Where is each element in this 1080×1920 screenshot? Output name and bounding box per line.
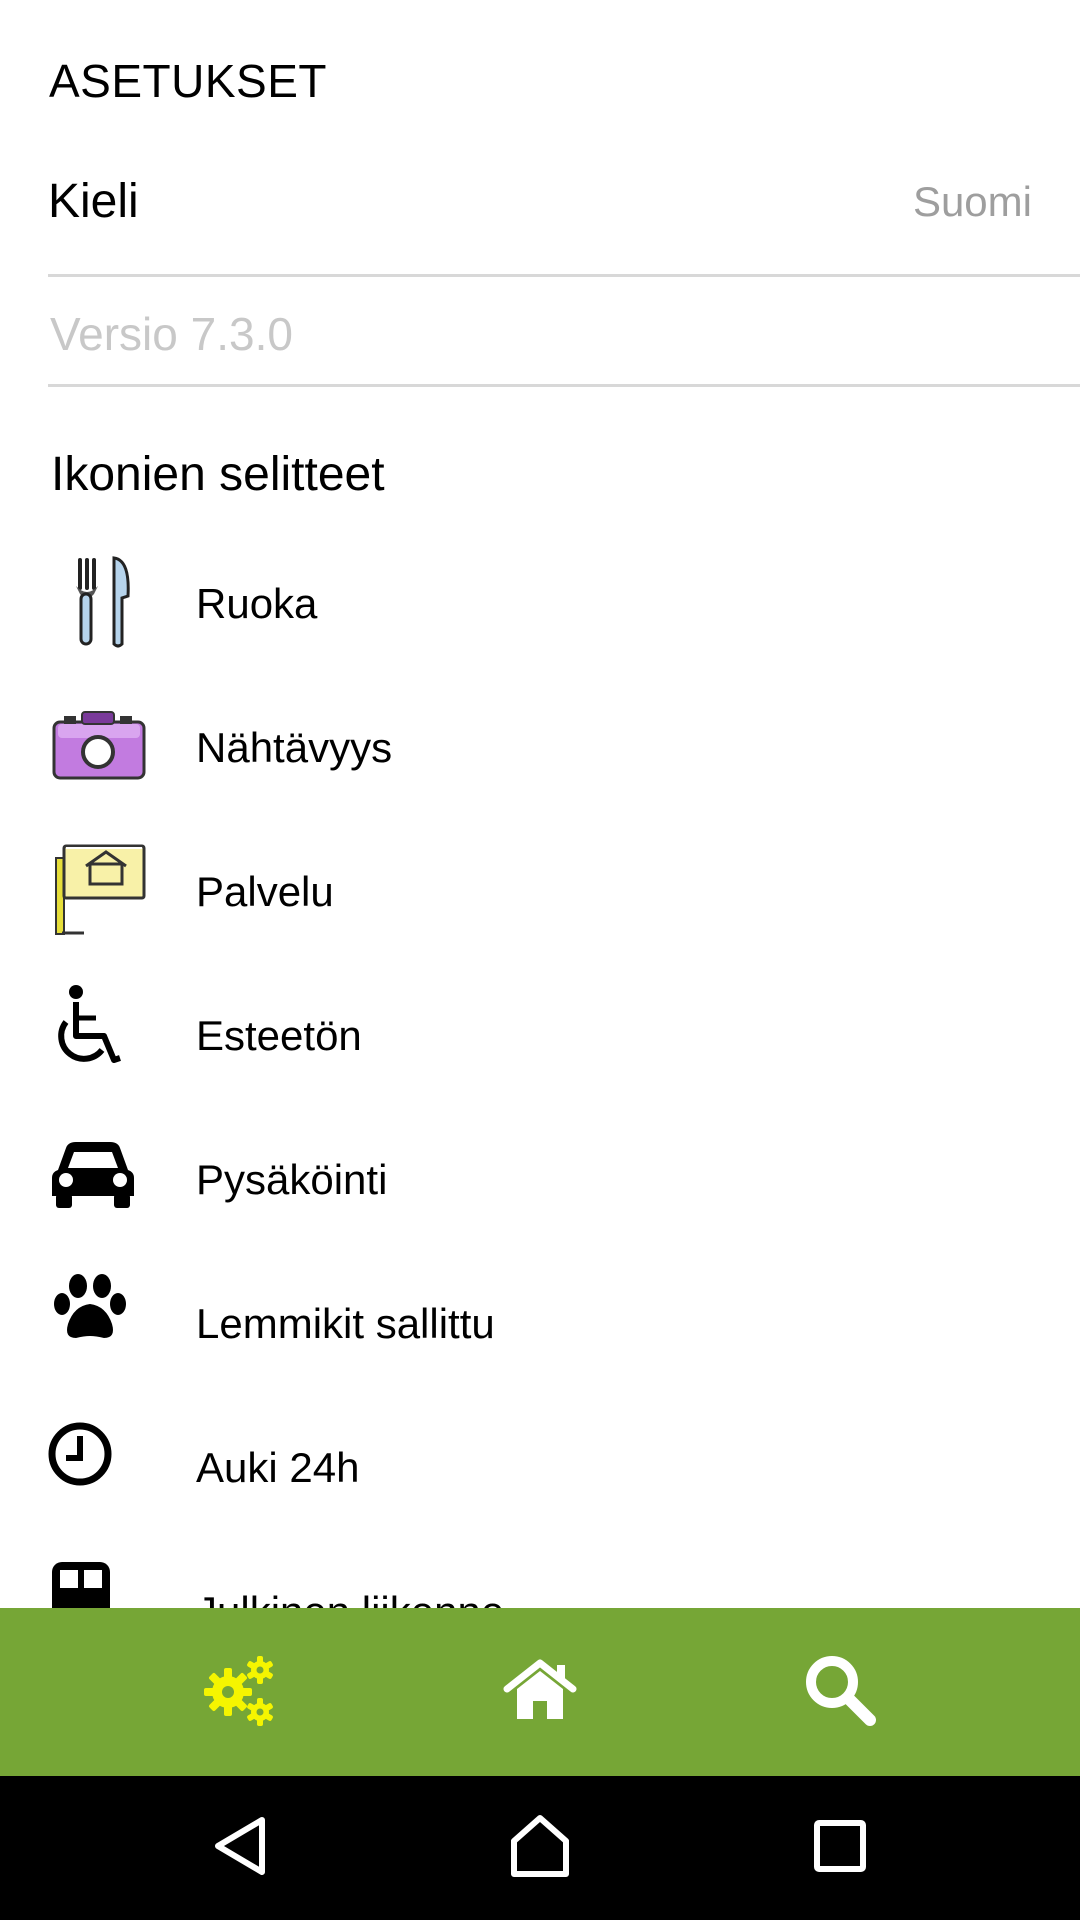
home-outline-icon — [508, 1813, 572, 1884]
legend-item-label: Julkinen liikenne — [196, 1588, 504, 1608]
legend-item-label: Esteetön — [196, 1012, 362, 1059]
legend-item-public-transport: Julkinen liikenne — [0, 1554, 1080, 1608]
nav-search-button[interactable] — [660, 1608, 1020, 1776]
legend-item-sight: Nähtävyys — [0, 690, 1080, 834]
language-label: Kieli — [48, 175, 139, 228]
system-recents-button[interactable] — [660, 1776, 1020, 1920]
legend-item-food: Ruoka — [0, 546, 1080, 690]
legend-item-label: Nähtävyys — [196, 724, 393, 771]
system-navigation-bar — [0, 1776, 1080, 1920]
language-value[interactable]: Suomi — [913, 178, 1032, 226]
back-triangle-icon — [210, 1814, 270, 1883]
car-icon — [48, 1122, 158, 1232]
legend-item-label: Lemmikit sallittu — [196, 1300, 495, 1347]
service-sign-icon — [48, 834, 158, 944]
legend-item-service: Palvelu — [0, 834, 1080, 978]
search-icon — [802, 1652, 878, 1733]
legend-item-parking: Pysäköinti — [0, 1122, 1080, 1266]
version-row: Versio 7.3.0 — [48, 277, 1080, 387]
clock-icon — [48, 1410, 158, 1520]
home-icon — [503, 1659, 577, 1726]
version-label: Versio 7.3.0 — [50, 308, 293, 360]
legend-item-label: Palvelu — [196, 868, 334, 915]
icon-legend-title: Ikonien selitteet — [51, 448, 385, 501]
camera-icon — [48, 690, 158, 800]
settings-screen: ASETUKSET Kieli Suomi Versio 7.3.0 Ikoni… — [0, 0, 1080, 1608]
bottom-navigation — [0, 1608, 1080, 1776]
legend-item-label: Ruoka — [196, 580, 318, 627]
legend-item-accessible: Esteetön — [0, 978, 1080, 1122]
legend-item-open-24h: Auki 24h — [0, 1410, 1080, 1554]
paw-icon — [48, 1266, 158, 1376]
legend-item-pets: Lemmikit sallittu — [0, 1266, 1080, 1410]
recents-square-icon — [812, 1818, 868, 1879]
legend-item-label: Auki 24h — [196, 1444, 360, 1491]
gears-icon — [200, 1652, 280, 1733]
legend-item-label: Pysäköinti — [196, 1156, 388, 1203]
wheelchair-icon — [48, 978, 158, 1088]
cutlery-icon — [48, 546, 158, 656]
language-setting[interactable]: Kieli Suomi — [48, 150, 1080, 277]
page-title: ASETUKSET — [49, 55, 328, 107]
bus-icon — [48, 1554, 158, 1608]
